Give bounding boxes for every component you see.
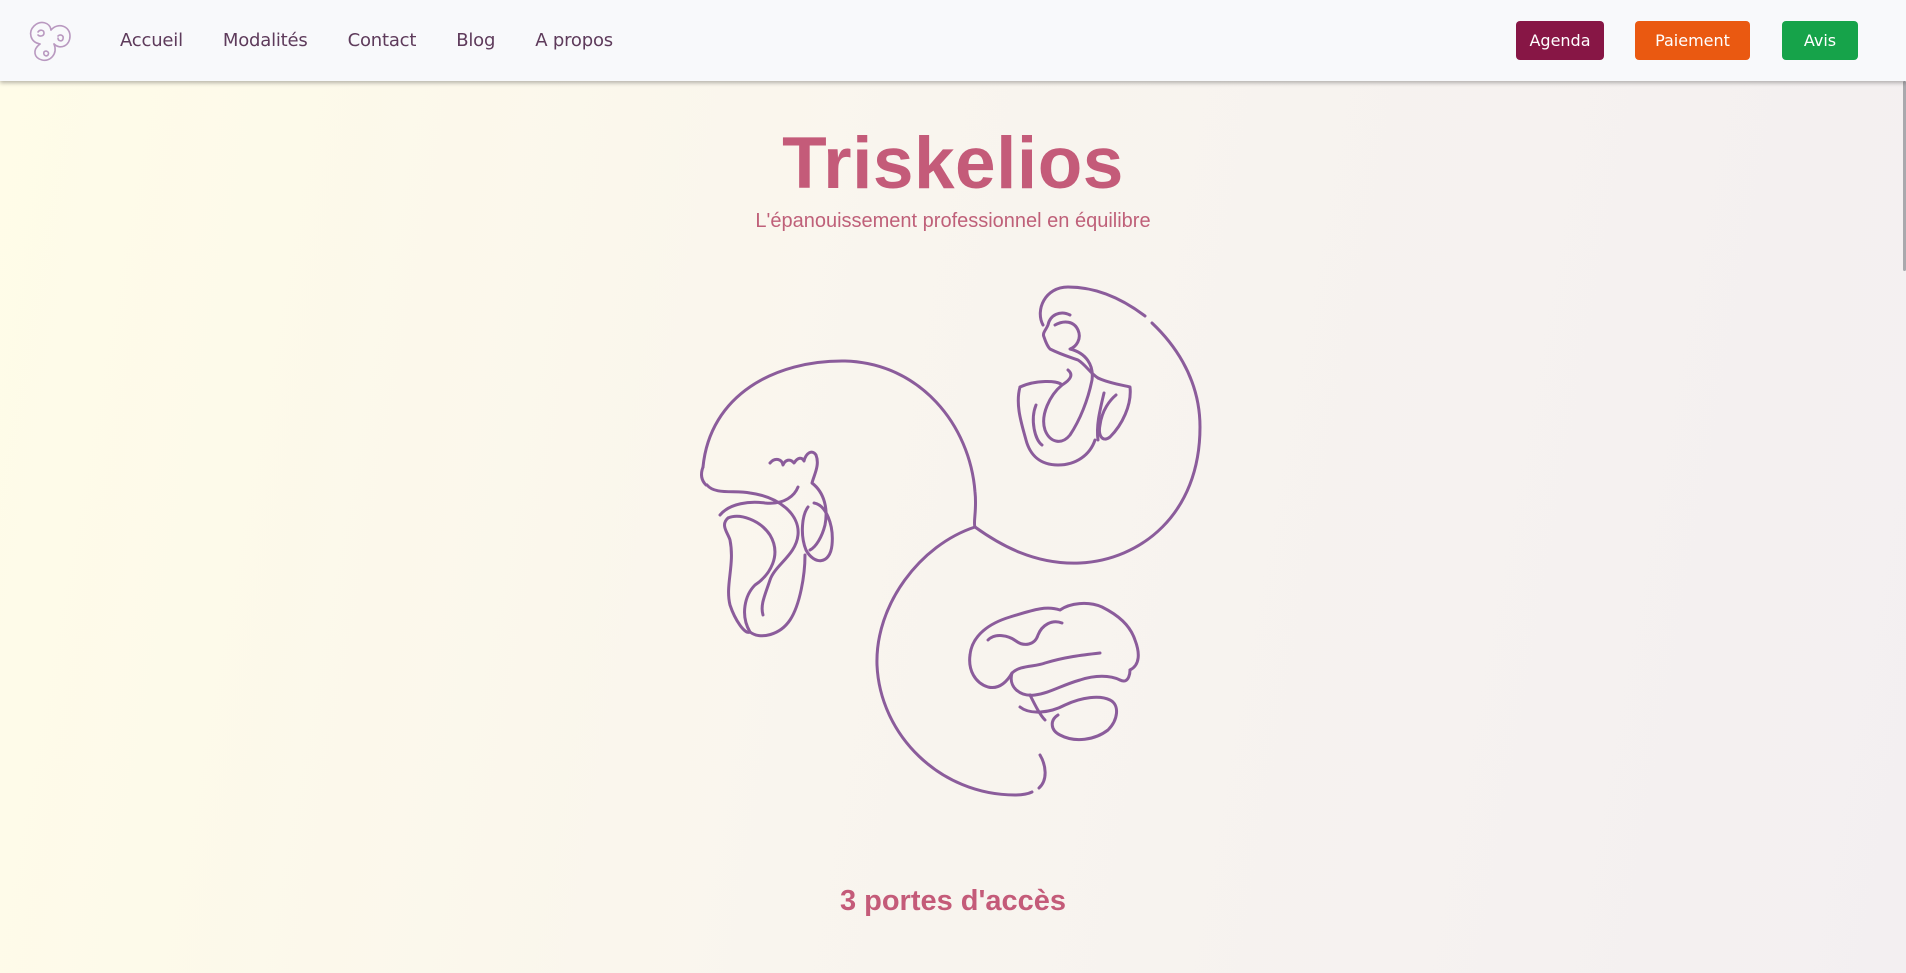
top-navbar: Accueil Modalités Contact Blog A propos …: [0, 0, 1906, 81]
nav-link-contact[interactable]: Contact: [348, 30, 417, 51]
nav-link-a-propos[interactable]: A propos: [535, 30, 613, 51]
section-title-portes: 3 portes d'accès: [839, 885, 1067, 917]
hero-subtitle: L'épanouissement professionnel en équili…: [755, 210, 1151, 232]
hero-title: Triskelios: [782, 123, 1124, 204]
nav-links: Accueil Modalités Contact Blog A propos: [120, 0, 653, 81]
agenda-button[interactable]: Agenda: [1516, 21, 1604, 60]
avis-button[interactable]: Avis: [1782, 21, 1858, 60]
triskelion-heart-body-brain-icon: [700, 285, 1202, 797]
nav-link-blog[interactable]: Blog: [456, 30, 495, 51]
paiement-button[interactable]: Paiement: [1635, 21, 1750, 60]
triskelion-logo-icon[interactable]: [24, 14, 76, 66]
nav-link-modalites[interactable]: Modalités: [223, 30, 308, 51]
nav-link-accueil[interactable]: Accueil: [120, 30, 183, 51]
